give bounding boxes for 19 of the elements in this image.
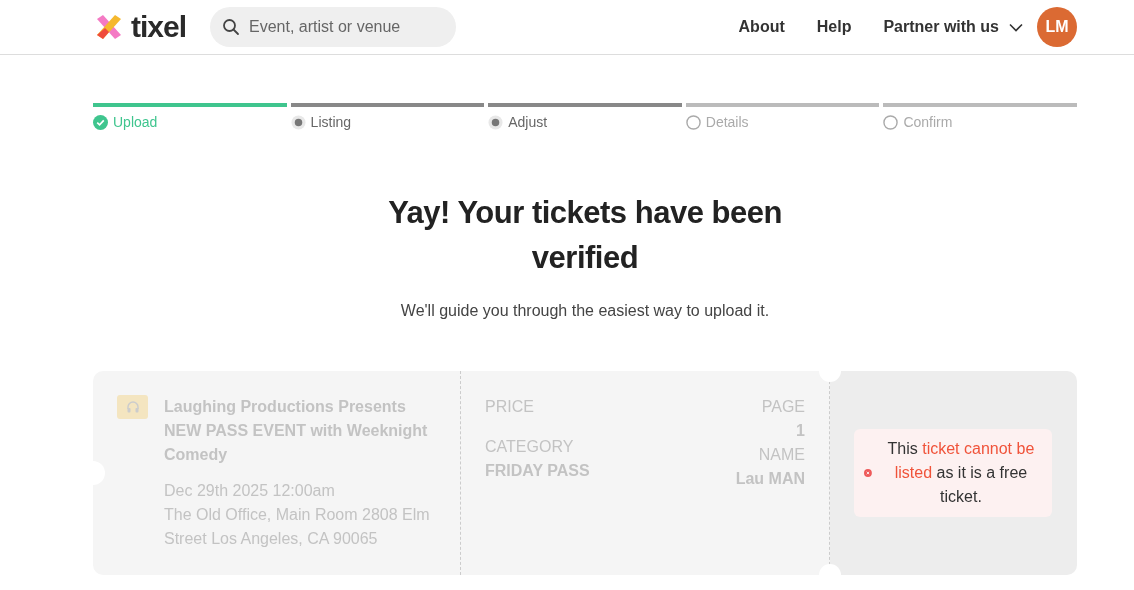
dot-circle-icon	[488, 114, 504, 130]
nav-link[interactable]: About	[738, 18, 785, 36]
step-label[interactable]: Adjust	[508, 114, 548, 130]
dot-circle-icon	[290, 114, 306, 130]
partner-menu[interactable]: Partner with us	[883, 18, 1023, 36]
step-label[interactable]: Listing	[310, 114, 352, 130]
logo-text[interactable]: tixel	[131, 10, 187, 44]
nav-link[interactable]: Help	[816, 18, 852, 36]
search-icon	[222, 18, 241, 36]
check-circle-icon	[93, 114, 108, 130]
empty-circle-icon	[883, 114, 899, 130]
headphones-icon	[117, 395, 148, 419]
search-field[interactable]: Event, artist or venue	[210, 7, 457, 47]
page-subtitle: We'll guide you through the easiest way to upload it.	[399, 302, 771, 320]
user-avatar[interactable]: LM	[1037, 7, 1077, 47]
chevron-down-icon	[1009, 22, 1023, 32]
page-title: Yay! Your tickets have been verified	[387, 194, 783, 277]
error-text: This ticket cannot be listed as it is a free ticket.	[886, 439, 1036, 507]
empty-circle-icon	[685, 114, 701, 130]
